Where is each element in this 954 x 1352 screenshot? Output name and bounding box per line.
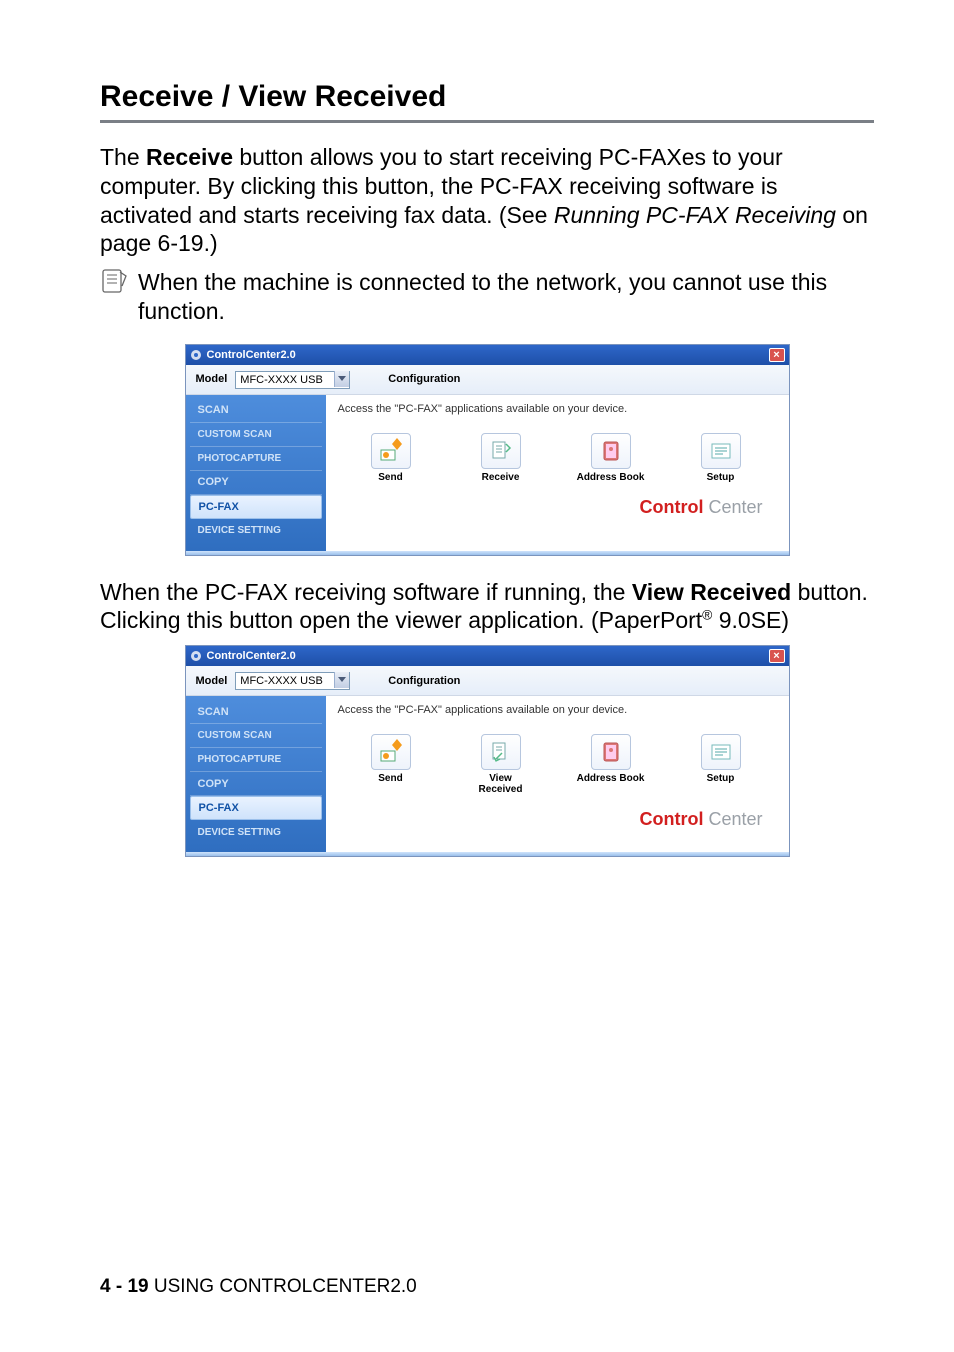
note-icon [100,268,128,298]
note-text: When the machine is connected to the net… [138,268,874,326]
para1-italic-ref: Running PC-FAX Receiving [554,202,836,228]
window-title: ControlCenter2.0 [207,349,769,361]
setup-label-2: Setup [707,773,735,784]
app-body-2: SCAN CUSTOM SCAN PHOTOCAPTURE COPY PC-FA… [186,696,789,852]
model-select-input[interactable] [235,371,350,389]
model-select-input-2[interactable] [235,672,350,690]
model-label: Model [196,373,228,385]
receive-button[interactable]: Receive [466,433,536,483]
page-number: 4 - 19 [100,1276,149,1297]
paragraph-1: The Receive button allows you to start r… [100,143,874,258]
icon-row: Send Receive Address Book Setup [338,427,777,491]
setup-button[interactable]: Setup [686,433,756,483]
setup-button-2[interactable]: Setup [686,734,756,795]
bottom-strip [186,551,789,555]
send-label-2: Send [378,773,402,784]
sidebar-item-copy[interactable]: COPY [190,471,322,495]
sidebar-item-custom-scan-2[interactable]: CUSTOM SCAN [190,724,322,748]
para2-text-c: 9.0SE) [712,607,789,633]
titlebar-2: ControlCenter2.0 × [186,646,789,666]
chevron-down-icon-2[interactable] [334,672,349,688]
toolbar: Model Configuration [186,365,789,395]
model-label-2: Model [196,675,228,687]
registered-symbol: ® [702,608,712,623]
close-button-2[interactable]: × [769,649,785,663]
brand-center: Center [703,497,762,517]
window-title-2: ControlCenter2.0 [207,650,769,662]
page-footer: 4 - 19 USING CONTROLCENTER2.0 [100,1276,417,1298]
brand-label-2: Control Center [338,803,777,840]
app-icon [190,349,202,361]
para2-text-a: When the PC-FAX receiving software if ru… [100,579,632,605]
bottom-strip-2 [186,852,789,856]
app-icon-2 [190,650,202,662]
configuration-link[interactable]: Configuration [388,373,460,385]
configuration-link-2[interactable]: Configuration [388,675,460,687]
address-book-button[interactable]: Address Book [576,433,646,483]
footer-label: USING CONTROLCENTER2.0 [149,1276,417,1297]
para1-bold-receive: Receive [146,144,233,170]
sidebar-item-pcfax-2[interactable]: PC-FAX [190,796,322,820]
screenshot-1: ControlCenter2.0 × Model Configuration S… [100,344,874,556]
view-received-label: View Received [479,773,523,795]
setup-icon [708,438,734,464]
view-received-icon [488,739,514,765]
content-pane: Access the "PC-FAX" applications availab… [326,395,789,551]
sidebar-item-photocapture[interactable]: PHOTOCAPTURE [190,447,322,471]
para2-bold-view-received: View Received [632,579,791,605]
sidebar-item-copy-2[interactable]: COPY [190,772,322,796]
view-received-button[interactable]: View Received [466,734,536,795]
pane-description: Access the "PC-FAX" applications availab… [338,403,777,415]
para1-text-a: The [100,144,146,170]
sidebar-item-scan[interactable]: SCAN [190,399,322,423]
address-book-icon [598,438,624,464]
send-label: Send [378,472,402,483]
sidebar-item-device-setting-2[interactable]: DEVICE SETTING [190,820,322,844]
address-book-label: Address Book [577,472,645,483]
send-button[interactable]: Send [356,433,426,483]
brand-center-2: Center [703,809,762,829]
brand-control: Control [639,497,703,517]
icon-row-2: Send View Received Address Book Set [338,728,777,803]
sidebar: SCAN CUSTOM SCAN PHOTOCAPTURE COPY PC-FA… [186,395,326,551]
brand-control-2: Control [639,809,703,829]
send-button-2[interactable]: Send [356,734,426,795]
paragraph-2: When the PC-FAX receiving software if ru… [100,578,874,636]
setup-icon-2 [708,739,734,765]
content-pane-2: Access the "PC-FAX" applications availab… [326,696,789,852]
note-block: When the machine is connected to the net… [100,268,874,326]
sidebar-item-photocapture-2[interactable]: PHOTOCAPTURE [190,748,322,772]
heading-rule [100,120,874,123]
screenshot-2: ControlCenter2.0 × Model Configuration S… [100,645,874,857]
chevron-down-icon[interactable] [334,371,349,387]
pane-description-2: Access the "PC-FAX" applications availab… [338,704,777,716]
close-button[interactable]: × [769,348,785,362]
titlebar: ControlCenter2.0 × [186,345,789,365]
setup-label: Setup [707,472,735,483]
section-heading: Receive / View Received [100,80,874,114]
sidebar-2: SCAN CUSTOM SCAN PHOTOCAPTURE COPY PC-FA… [186,696,326,852]
send-icon [378,438,404,464]
receive-icon [488,438,514,464]
sidebar-item-custom-scan[interactable]: CUSTOM SCAN [190,423,322,447]
app-window-2: ControlCenter2.0 × Model Configuration S… [185,645,790,857]
send-icon-2 [378,739,404,765]
sidebar-item-pcfax[interactable]: PC-FAX [190,495,322,519]
brand-label: Control Center [338,491,777,528]
app-body: SCAN CUSTOM SCAN PHOTOCAPTURE COPY PC-FA… [186,395,789,551]
address-book-button-2[interactable]: Address Book [576,734,646,795]
address-book-icon-2 [598,739,624,765]
sidebar-item-device-setting[interactable]: DEVICE SETTING [190,519,322,543]
toolbar-2: Model Configuration [186,666,789,696]
app-window: ControlCenter2.0 × Model Configuration S… [185,344,790,556]
model-select-2[interactable] [235,671,350,690]
receive-label: Receive [482,472,520,483]
address-book-label-2: Address Book [577,773,645,784]
document-page: Receive / View Received The Receive butt… [0,0,954,1352]
sidebar-item-scan-2[interactable]: SCAN [190,700,322,724]
model-select[interactable] [235,370,350,389]
